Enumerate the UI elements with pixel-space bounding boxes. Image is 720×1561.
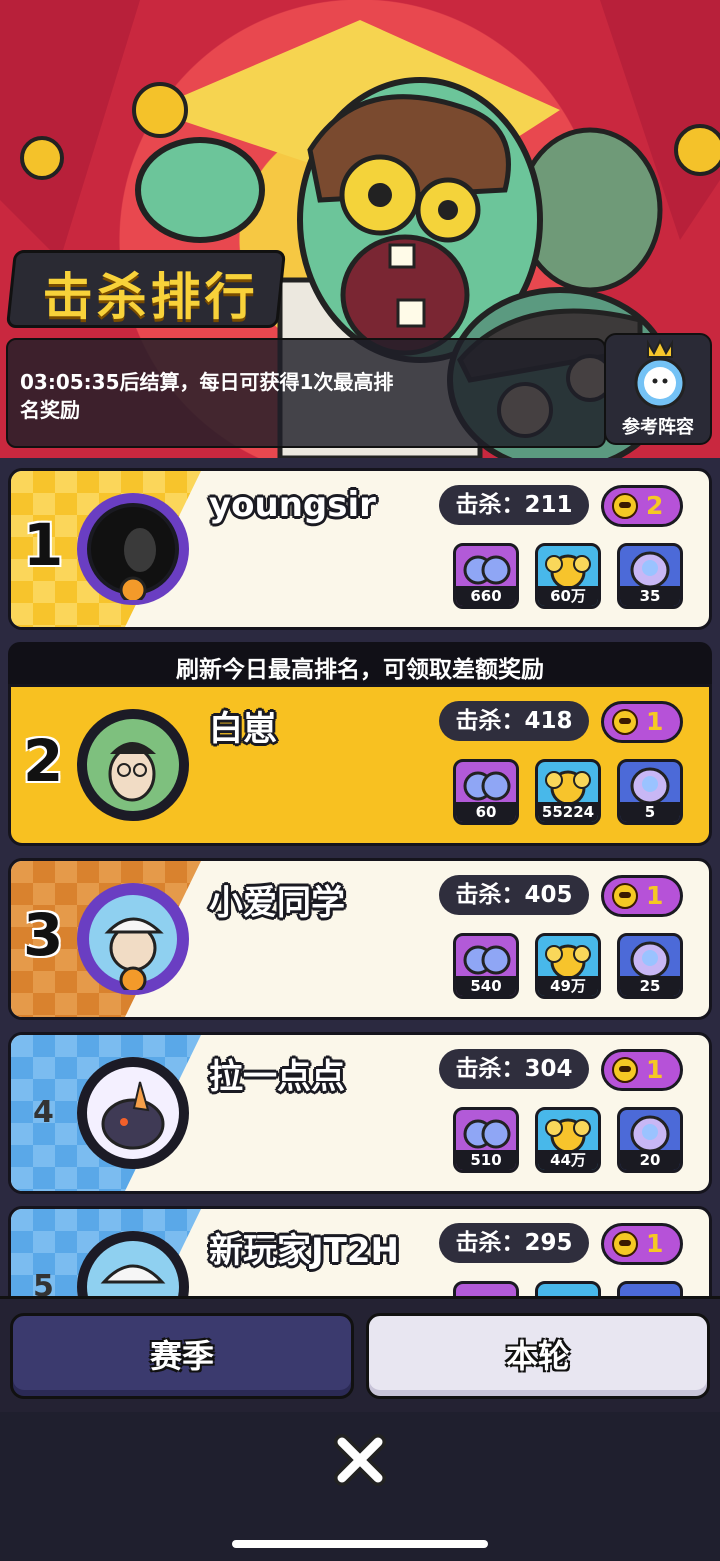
reward-list: 60 55224 5 (453, 759, 693, 837)
avatar-cap-portrait (87, 1241, 179, 1296)
rank-number: 4 (33, 1095, 54, 1130)
reward-gold-pile[interactable] (535, 1281, 601, 1296)
skull-badge-count: 1 (646, 1229, 664, 1258)
ranking-title-plate: 击杀排行 (5, 250, 287, 328)
skull-icon (612, 1231, 638, 1257)
ranking-row-3[interactable]: 3 小爱同学 击杀：405 1 540 49万 25 (8, 858, 712, 1020)
ranking-list[interactable]: 1 youngsir 击杀：211 2 660 60万 35 刷新今日最高排名，… (0, 458, 720, 1296)
reward-gem-pile[interactable] (453, 1281, 519, 1296)
kill-count: 击杀：211 (439, 485, 589, 525)
skull-badge: 1 (601, 1223, 683, 1265)
reward-egg[interactable]: 5 (617, 759, 683, 825)
avatar-dark-portrait (87, 503, 179, 600)
tab-current-round[interactable]: 本轮 (366, 1313, 710, 1399)
reward-count: 25 (620, 976, 680, 996)
reward-egg[interactable] (617, 1281, 683, 1296)
rank-number: 1 (23, 511, 64, 579)
settlement-info-text: 03:05:35后结算，每日可获得1次最高排名奖励 (20, 370, 394, 422)
player-name: 小爱同学 (209, 883, 345, 923)
footer (0, 1412, 720, 1561)
skull-icon (612, 493, 638, 519)
ranking-row-1[interactable]: 1 youngsir 击杀：211 2 660 60万 35 (8, 468, 712, 630)
reward-gem-pile[interactable]: 60 (453, 759, 519, 825)
reward-count: 60万 (538, 586, 598, 606)
avatar-glasses-portrait (87, 719, 179, 811)
reward-gem-pile[interactable]: 660 (453, 543, 519, 609)
skull-badge: 1 (601, 875, 683, 917)
reward-gem-pile[interactable]: 540 (453, 933, 519, 999)
rank-number: 3 (23, 901, 64, 969)
skull-badge-count: 1 (646, 881, 664, 910)
kill-count: 击杀：405 (439, 875, 589, 915)
reward-count: 510 (456, 1150, 516, 1170)
reward-count: 60 (456, 802, 516, 822)
reward-count: 49万 (538, 976, 598, 996)
header-banner: 击杀排行 03:05:35后结算，每日可获得1次最高排名奖励 参考阵容 (0, 0, 720, 458)
rank-number: 2 (23, 727, 64, 795)
reward-count: 35 (620, 586, 680, 606)
skull-icon (612, 1057, 638, 1083)
reward-count: 55224 (538, 802, 598, 822)
skull-badge: 1 (601, 1049, 683, 1091)
skull-icon (612, 709, 638, 735)
player-avatar[interactable] (77, 709, 189, 821)
reward-gold-pile[interactable]: 49万 (535, 933, 601, 999)
ranking-tabs: 赛季 本轮 (0, 1296, 720, 1412)
player-name: 白崽 (209, 709, 277, 749)
reward-egg[interactable]: 20 (617, 1107, 683, 1173)
player-avatar[interactable] (77, 1231, 189, 1296)
reward-count: 540 (456, 976, 516, 996)
player-avatar[interactable] (77, 1057, 189, 1169)
skull-badge-count: 2 (646, 491, 664, 520)
home-indicator[interactable] (232, 1540, 488, 1548)
settlement-info-panel: 03:05:35后结算，每日可获得1次最高排名奖励 (6, 338, 606, 448)
reward-gem-pile[interactable]: 510 (453, 1107, 519, 1173)
reward-gold-pile[interactable]: 60万 (535, 543, 601, 609)
kill-count: 击杀：304 (439, 1049, 589, 1089)
reward-count: 660 (456, 586, 516, 606)
kill-count: 击杀：418 (439, 701, 589, 741)
player-name: youngsir (209, 485, 376, 525)
ranking-row-4[interactable]: 4 拉一点点 击杀：304 1 510 44万 20 (8, 1032, 712, 1194)
close-icon[interactable] (330, 1430, 390, 1490)
reward-count: 20 (620, 1150, 680, 1170)
reference-lineup-button[interactable]: 参考阵容 (604, 333, 712, 445)
page-title: 击杀排行 (42, 268, 259, 326)
tab-season[interactable]: 赛季 (10, 1313, 354, 1399)
skull-badge-count: 1 (646, 1055, 664, 1084)
crown-ghost-icon (634, 339, 686, 409)
reference-lineup-label: 参考阵容 (622, 417, 694, 438)
skull-badge: 2 (601, 485, 683, 527)
ranking-row-5[interactable]: 5 新玩家JT2H 击杀：295 1 (8, 1206, 712, 1296)
reward-egg[interactable]: 35 (617, 543, 683, 609)
player-avatar[interactable] (77, 883, 189, 995)
reward-list (453, 1281, 693, 1296)
skull-icon (612, 883, 638, 909)
skull-badge-count: 1 (646, 707, 664, 736)
reward-egg[interactable]: 25 (617, 933, 683, 999)
rank-number: 5 (33, 1269, 54, 1296)
reward-gold-pile[interactable]: 55224 (535, 759, 601, 825)
kill-count: 击杀：295 (439, 1223, 589, 1263)
avatar-unicorn-portrait (87, 1067, 179, 1159)
avatar-cap-portrait (89, 895, 177, 990)
player-avatar[interactable] (77, 493, 189, 605)
skull-badge: 1 (601, 701, 683, 743)
player-name: 拉一点点 (209, 1057, 345, 1097)
reward-count: 44万 (538, 1150, 598, 1170)
reward-list: 660 60万 35 (453, 543, 693, 621)
reward-count: 5 (620, 802, 680, 822)
ranking-row-2[interactable]: 2 白崽 击杀：418 1 60 55224 5 (8, 684, 712, 846)
reward-list: 540 49万 25 (453, 933, 693, 1011)
reward-list: 510 44万 20 (453, 1107, 693, 1185)
player-name: 新玩家JT2H (209, 1231, 399, 1271)
reward-gold-pile[interactable]: 44万 (535, 1107, 601, 1173)
